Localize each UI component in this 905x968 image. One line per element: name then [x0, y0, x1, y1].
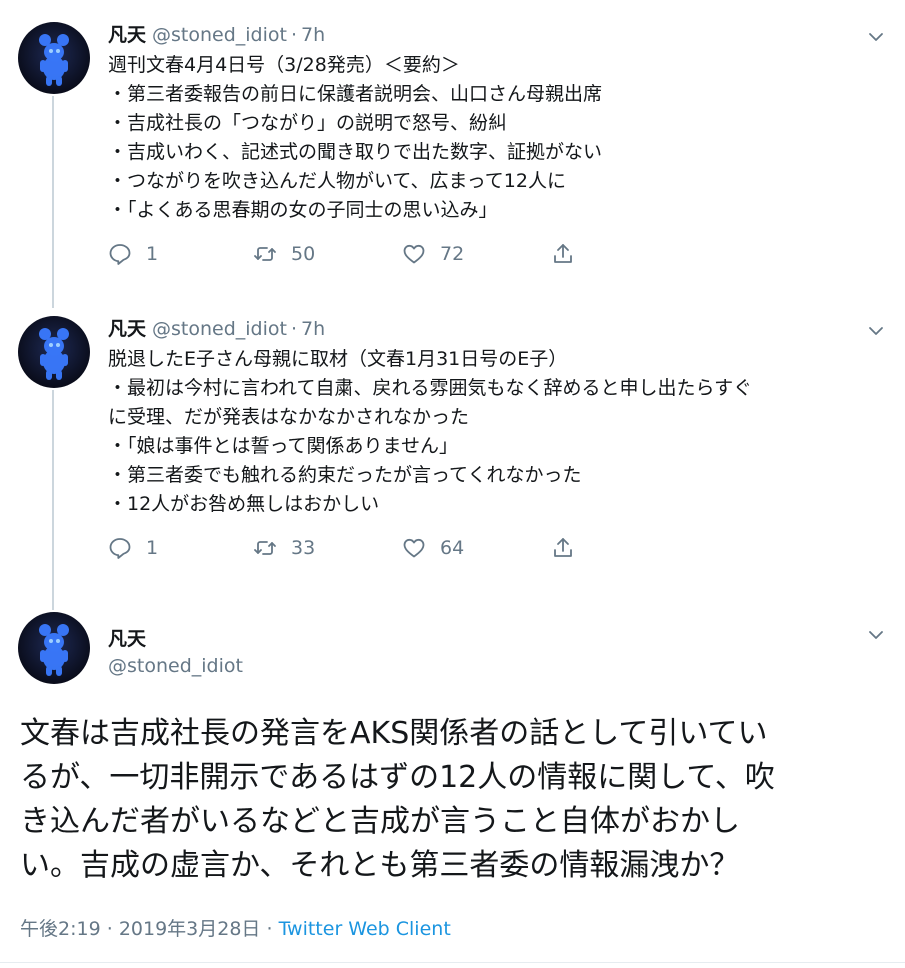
reply-icon	[109, 244, 131, 265]
like-count: 72	[440, 243, 465, 265]
separator: ·	[106, 918, 113, 940]
chevron-down-icon[interactable]	[867, 322, 885, 340]
tweet-line: 週刊文春4月4日号（3/28発売）＜要約＞	[108, 54, 460, 76]
share-button[interactable]	[551, 536, 589, 560]
timestamp[interactable]: 7h	[301, 24, 325, 46]
tweet-line: に受理、だが発表はなかなかされなかった	[108, 406, 470, 428]
tweet-line: 脱退したE子さん母親に取材（文春1月31日号のE子）	[108, 348, 568, 370]
avatar-image	[39, 34, 69, 86]
avatar-image	[39, 624, 69, 676]
share-button[interactable]	[551, 242, 589, 266]
tweet-line: き込んだ者がいるなどと吉成が言うこと自体がおかし	[20, 804, 740, 839]
timestamp[interactable]: 7h	[301, 318, 325, 340]
client-link[interactable]: Twitter Web Client	[279, 918, 451, 940]
avatar-image	[39, 328, 69, 380]
divider	[0, 962, 905, 963]
reply-button[interactable]: 1	[108, 242, 158, 266]
reply-icon	[109, 538, 131, 559]
tweet-line: 文春は吉成社長の発言をAKS関係者の話として引いてい	[20, 716, 768, 751]
reply-count: 1	[146, 243, 159, 265]
tweet-header: 凡天 @stoned_idiot · 7h	[108, 316, 325, 342]
reply-button[interactable]: 1	[108, 536, 158, 560]
avatar[interactable]	[18, 22, 90, 94]
retweet-icon	[254, 247, 276, 261]
tweet-line: るが、一切非開示であるはずの12人の情報に関して、吹	[20, 760, 775, 795]
retweet-button[interactable]: 33	[253, 536, 315, 560]
tweet-text: 脱退したE子さん母親に取材（文春1月31日号のE子） ・最初は今村に言われて自粛…	[108, 345, 888, 519]
chevron-down-icon[interactable]	[867, 28, 885, 46]
tweet-line: ・最初は今村に言われて自粛、戻れる雰囲気もなく辞めると申し出たらすぐ	[108, 377, 753, 399]
tweet[interactable]: 凡天 @stoned_idiot · 7h 週刊文春4月4日号（3/28発売）＜要約＞…	[0, 22, 905, 292]
post-date[interactable]: 2019年3月28日	[119, 918, 261, 940]
reply-count: 1	[146, 537, 159, 559]
separator: ·	[290, 318, 298, 340]
tweet-actions: 1 33 64	[108, 536, 588, 564]
share-icon	[554, 538, 572, 557]
like-button[interactable]: 72	[402, 242, 464, 266]
like-count: 64	[440, 537, 465, 559]
retweet-count: 50	[291, 243, 316, 265]
display-name[interactable]: 凡天	[108, 318, 146, 340]
display-name[interactable]: 凡天	[108, 624, 146, 651]
retweet-button[interactable]: 50	[253, 242, 315, 266]
heart-icon	[403, 538, 425, 558]
tweet-header: 凡天 @stoned_idiot · 7h	[108, 22, 325, 48]
like-button[interactable]: 64	[402, 536, 464, 560]
tweet-text: 文春は吉成社長の発言をAKS関係者の話として引いてい るが、一切非開示であるはず…	[20, 712, 890, 888]
tweet-line: い。吉成の虚言か、それとも第三者委の情報漏洩か？	[20, 848, 740, 883]
focused-tweet: 凡天 @stoned_idiot 文春は吉成社長の発言をAKS関係者の話として引…	[0, 612, 905, 962]
tweet-line: ・12人がお咎め無しはおかしい	[108, 493, 380, 515]
tweet-line: ・「娘は事件とは誓って関係ありません」	[108, 435, 458, 457]
tweet-line: ・つながりを吹き込んだ人物がいて、広まって12人に	[108, 170, 566, 192]
avatar[interactable]	[18, 612, 90, 684]
tweet-actions: 1 50 72	[108, 242, 588, 270]
display-name[interactable]: 凡天	[108, 24, 146, 46]
retweet-icon	[254, 541, 276, 555]
separator: ·	[290, 24, 298, 46]
tweet-line: ・吉成いわく、記述式の聞き取りで出た数字、証拠がない	[108, 141, 603, 163]
share-icon	[554, 244, 572, 263]
tweet-line: ・「よくある思春期の女の子同士の思い込み」	[108, 199, 498, 221]
tweet[interactable]: 凡天 @stoned_idiot · 7h 脱退したE子さん母親に取材（文春1月31日…	[0, 316, 905, 586]
tweet-line: ・吉成社長の「つながり」の説明で怒号、紛糾	[108, 112, 508, 134]
user-handle[interactable]: @stoned_idiot	[108, 655, 243, 677]
avatar[interactable]	[18, 316, 90, 388]
tweet-line: ・第三者委報告の前日に保護者説明会、山口さん母親出席	[108, 83, 603, 105]
retweet-count: 33	[291, 537, 316, 559]
user-handle[interactable]: @stoned_idiot	[152, 24, 287, 46]
chevron-down-icon[interactable]	[867, 626, 885, 644]
tweet-line: ・第三者委でも触れる約束だったが言ってくれなかった	[108, 464, 582, 486]
user-handle[interactable]: @stoned_idiot	[152, 318, 287, 340]
heart-icon	[403, 244, 425, 264]
separator: ·	[266, 918, 273, 940]
tweet-text: 週刊文春4月4日号（3/28発売）＜要約＞ ・第三者委報告の前日に保護者説明会、…	[108, 51, 888, 225]
tweet-meta: 午後2:19 · 2019年3月28日 · Twitter Web Client	[20, 914, 451, 941]
post-time[interactable]: 午後2:19	[20, 918, 101, 940]
